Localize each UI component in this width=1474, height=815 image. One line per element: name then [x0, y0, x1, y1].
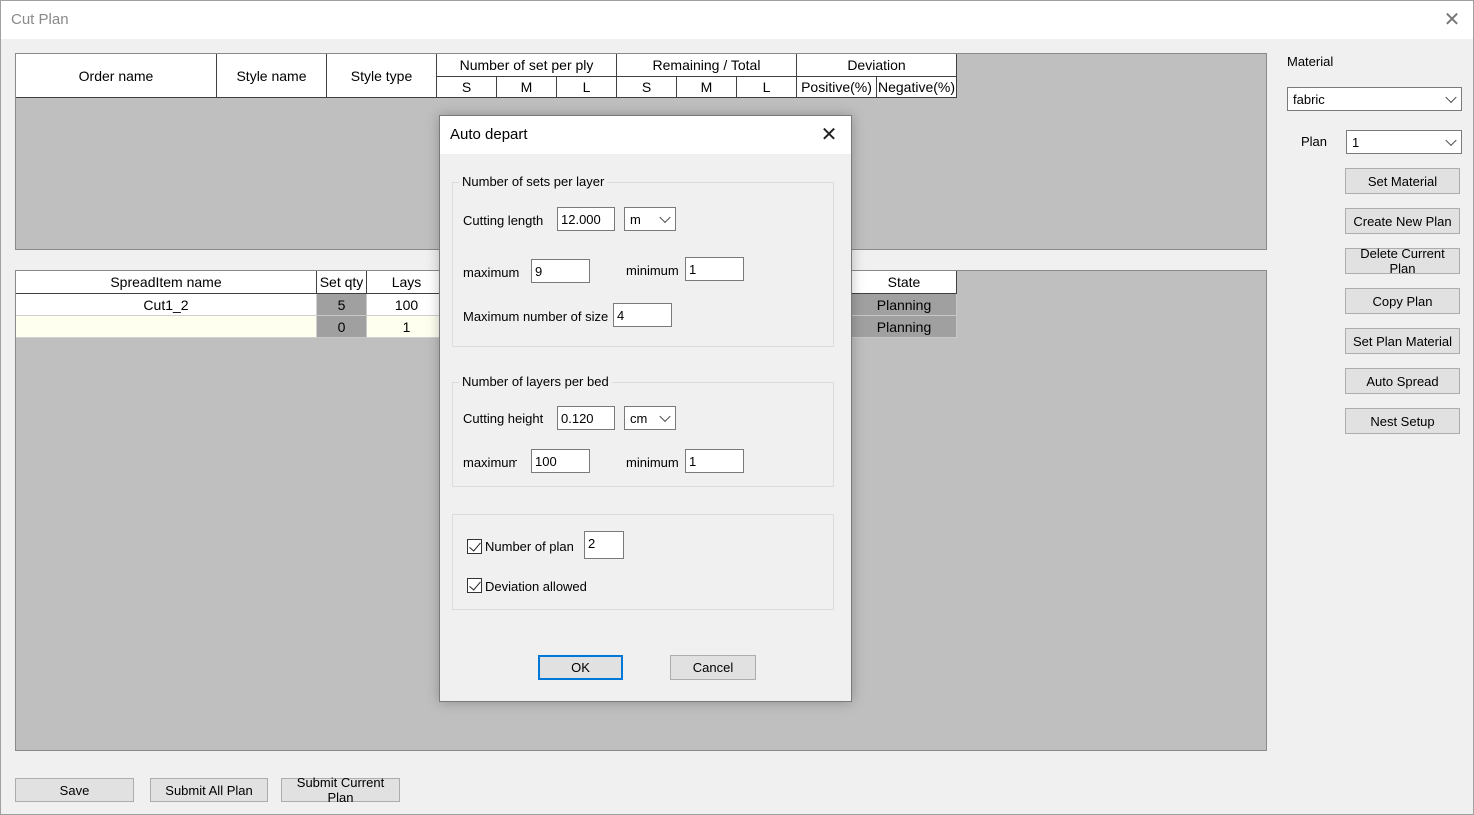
layers-minimum-label: minimum	[626, 455, 679, 470]
close-icon[interactable]: ✕	[1437, 5, 1467, 35]
header-remaining-size-l[interactable]: L	[737, 77, 797, 98]
plan-select-value: 1	[1352, 134, 1360, 150]
table-row-name[interactable]: Cut1_2	[16, 294, 317, 316]
submit-current-plan-button[interactable]: Submit Current Plan	[281, 775, 400, 805]
layers-minimum-input[interactable]: 1	[685, 449, 744, 473]
sets-maximum-input[interactable]: 9	[531, 259, 590, 283]
auto-spread-button[interactable]: Auto Spread	[1345, 368, 1460, 394]
cancel-button[interactable]: Cancel	[670, 655, 756, 680]
height-unit-value: cm	[630, 410, 648, 426]
sets-minimum-label: minimum	[626, 263, 679, 278]
material-label: Material	[1287, 54, 1334, 69]
table-row-name[interactable]	[16, 316, 317, 338]
header-style-type[interactable]: Style type	[327, 54, 437, 98]
copy-plan-button[interactable]: Copy Plan	[1345, 288, 1460, 314]
create-new-plan-button[interactable]: Create New Plan	[1345, 208, 1460, 234]
layers-maximum-input[interactable]: 100	[531, 449, 590, 473]
header-lays[interactable]: Lays	[367, 271, 447, 294]
chevron-down-icon	[659, 211, 671, 224]
table-row-state[interactable]: Planning	[852, 316, 957, 338]
nest-setup-button[interactable]: Nest Setup	[1345, 408, 1460, 434]
chevron-down-icon	[659, 410, 671, 423]
plan-select[interactable]: 1	[1346, 130, 1462, 154]
title-bar: Cut Plan ✕	[1, 1, 1473, 39]
submit-all-plan-button[interactable]: Submit All Plan	[150, 778, 268, 802]
set-plan-material-button[interactable]: Set Plan Material	[1345, 328, 1460, 354]
layers-per-bed-legend: Number of layers per bed	[459, 374, 612, 389]
delete-current-plan-button[interactable]: Delete Current Plan	[1345, 246, 1460, 276]
deviation-allowed-checkbox[interactable]	[467, 578, 482, 593]
dialog-title: Auto depart	[450, 126, 528, 143]
header-ply-size-m[interactable]: M	[497, 77, 557, 98]
table-row-state[interactable]: Planning	[852, 294, 957, 316]
dialog-close-icon[interactable]: ✕	[815, 121, 843, 149]
header-remaining-size-m[interactable]: M	[677, 77, 737, 98]
max-size-input[interactable]: 4	[613, 303, 672, 327]
table-row-lays[interactable]: 100	[367, 294, 447, 316]
sets-per-layer-legend: Number of sets per layer	[459, 174, 608, 189]
cutting-length-input[interactable]: 12.000	[557, 207, 615, 231]
table-row-lays[interactable]: 1	[367, 316, 447, 338]
table-row-set-qty[interactable]: 0	[317, 316, 367, 338]
cutting-height-input[interactable]: 0.120	[557, 406, 615, 430]
header-set-qty[interactable]: Set qty	[317, 271, 367, 294]
number-of-plan-checkbox[interactable]	[467, 539, 482, 554]
set-material-button[interactable]: Set Material	[1345, 168, 1460, 194]
header-ply-size-l[interactable]: L	[557, 77, 617, 98]
cut-plan-window: Cut Plan ✕ Order name Style name Style t…	[0, 0, 1474, 815]
sets-maximum-label: maximum	[463, 265, 520, 280]
header-spread-item-name[interactable]: SpreadItem name	[16, 271, 317, 294]
header-deviation[interactable]: Deviation	[797, 54, 957, 77]
auto-depart-dialog: Auto depart ✕ Number of sets per layer C…	[439, 115, 852, 702]
length-unit-select[interactable]: m	[624, 207, 676, 231]
cutting-height-label: Cutting height	[463, 411, 544, 426]
dialog-title-bar: Auto depart ✕	[440, 116, 851, 154]
header-remaining-total[interactable]: Remaining / Total	[617, 54, 797, 77]
number-of-plan-label[interactable]: Number of plan	[485, 539, 574, 554]
layers-per-bed-group: Number of layers per bed	[452, 374, 834, 487]
number-of-plan-input[interactable]: 2	[584, 531, 624, 559]
height-unit-select[interactable]: cm	[624, 406, 676, 430]
save-button[interactable]: Save	[15, 778, 134, 802]
length-unit-value: m	[630, 211, 641, 227]
window-title: Cut Plan	[11, 11, 69, 28]
header-positive[interactable]: Positive(%)	[797, 77, 877, 98]
plan-label: Plan	[1301, 134, 1328, 149]
material-select-value: fabric	[1293, 91, 1325, 107]
header-ply-size-s[interactable]: S	[437, 77, 497, 98]
deviation-allowed-label[interactable]: Deviation allowed	[485, 579, 587, 594]
header-state[interactable]: State	[852, 271, 957, 294]
material-select[interactable]: fabric	[1287, 87, 1462, 111]
layers-maximum-label: maximum	[463, 455, 517, 470]
chevron-down-icon	[1445, 91, 1457, 104]
header-number-per-ply[interactable]: Number of set per ply	[437, 54, 617, 77]
ok-button[interactable]: OK	[538, 655, 623, 680]
header-order-name[interactable]: Order name	[16, 54, 217, 98]
options-group	[452, 514, 834, 610]
header-negative[interactable]: Negative(%)	[877, 77, 957, 98]
cutting-length-label: Cutting length	[463, 213, 544, 228]
max-size-label: Maximum number of size	[463, 309, 609, 324]
sets-minimum-input[interactable]: 1	[685, 257, 744, 281]
table-row-set-qty[interactable]: 5	[317, 294, 367, 316]
header-remaining-size-s[interactable]: S	[617, 77, 677, 98]
chevron-down-icon	[1445, 134, 1457, 147]
header-style-name[interactable]: Style name	[217, 54, 327, 98]
